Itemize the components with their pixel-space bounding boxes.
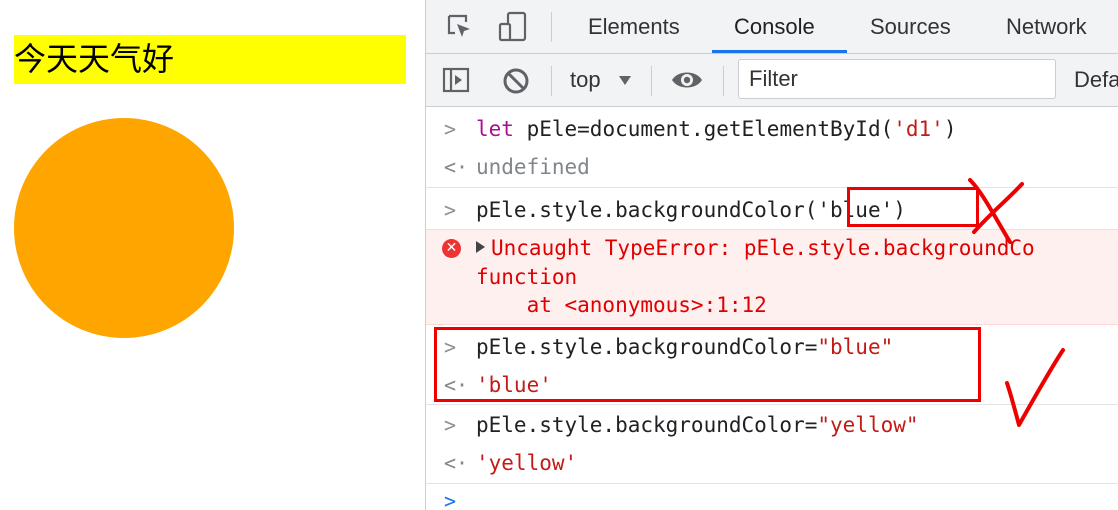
string-token: 'd1'	[893, 117, 944, 141]
console-input-line: pEle.style.backgroundColor="yellow"	[476, 413, 919, 437]
console-toolbar: top Defa	[426, 54, 1118, 107]
annotation-box-wrong	[847, 187, 979, 227]
console-prompt-chevron-icon: >	[444, 489, 457, 510]
live-expression-eye-icon[interactable]	[670, 68, 704, 92]
console-input-line: pEle.style.backgroundColor('blue')	[476, 198, 906, 222]
result-arrow-icon: <·	[444, 451, 469, 475]
annotation-cross-mark	[968, 178, 1024, 244]
filter-box	[738, 59, 1056, 99]
tab-sources[interactable]: Sources	[870, 0, 951, 53]
context-selector[interactable]: top	[570, 54, 601, 106]
clear-console-icon[interactable]	[502, 67, 530, 95]
inspect-element-icon[interactable]	[446, 13, 474, 41]
error-stack-line[interactable]: at <anonymous>:1:12	[476, 293, 767, 317]
prompt-chevron-icon: >	[444, 413, 457, 437]
dropdown-arrow-icon[interactable]	[618, 74, 632, 86]
prompt-chevron-icon: >	[444, 117, 457, 141]
result-arrow-icon: <·	[444, 155, 469, 179]
devtools-tabbar: Elements Console Sources Network	[426, 0, 1118, 54]
toolbar-separator-3	[723, 66, 724, 96]
console-output: > let pEle=document.getElementById('d1')…	[426, 107, 1118, 510]
tabbar-separator	[551, 12, 552, 42]
page-viewport: 今天天气好	[0, 0, 425, 510]
error-text: Uncaught TypeError: pEle.style.backgroun…	[491, 236, 1035, 260]
console-input-line: let pEle=document.getElementById('d1')	[476, 117, 956, 141]
console-prompt-input[interactable]	[476, 485, 1118, 510]
error-icon: ✕	[442, 239, 461, 258]
toolbar-separator-1	[551, 66, 552, 96]
annotation-check-mark	[1005, 348, 1065, 427]
error-message-line-2: function	[476, 265, 578, 289]
code-token: pEle=document.getElementById(	[513, 117, 894, 141]
console-result-line: undefined	[476, 155, 590, 179]
sidebar-toggle-icon[interactable]	[442, 67, 470, 93]
error-message-line[interactable]: Uncaught TypeError: pEle.style.backgroun…	[476, 236, 1035, 260]
string-token: "yellow"	[817, 413, 919, 437]
prompt-chevron-icon: >	[444, 198, 457, 222]
yellow-paragraph: 今天天气好	[14, 35, 406, 84]
annotation-box-correct	[434, 327, 981, 402]
code-token: )	[943, 117, 957, 141]
code-token: pEle.style.backgroundColor	[476, 198, 805, 222]
tab-network[interactable]: Network	[1006, 0, 1087, 53]
tab-console[interactable]: Console	[734, 0, 815, 53]
orange-circle	[14, 118, 234, 338]
active-tab-indicator	[712, 50, 847, 53]
keyword-token: let	[476, 117, 514, 141]
code-token: pEle.style.backgroundColor=	[476, 413, 818, 437]
default-levels-dropdown[interactable]: Defa	[1074, 54, 1118, 106]
tab-elements[interactable]: Elements	[588, 0, 680, 53]
filter-input[interactable]	[739, 60, 1055, 98]
expand-triangle-icon[interactable]	[476, 241, 485, 253]
device-toolbar-icon[interactable]	[497, 11, 529, 43]
toolbar-separator-2	[651, 66, 652, 96]
console-result-line: 'yellow'	[476, 451, 578, 475]
